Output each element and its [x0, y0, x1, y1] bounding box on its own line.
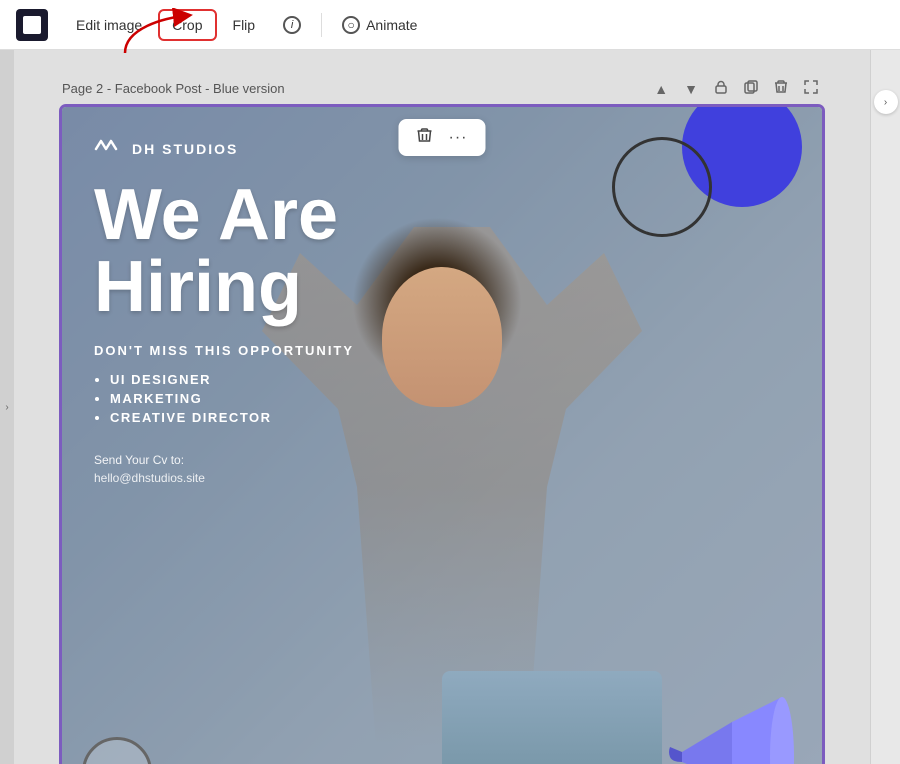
toolbar: Edit image Crop Flip i ○ Animate [0, 0, 900, 50]
poster-logo-text: DH STUDIOS [132, 141, 238, 157]
flip-label: Flip [233, 17, 256, 33]
page2-header: Page 2 - Facebook Post - Blue version ▲ … [62, 70, 822, 107]
page2-section: Page 2 - Facebook Post - Blue version ▲ … [62, 70, 822, 764]
main-area: › Page 2 - Facebook Post - Blue version … [0, 50, 900, 764]
right-sidebar-toggle[interactable]: › [874, 90, 898, 114]
poster-design: DH STUDIOS We Are Hiring DON'T MISS THIS… [62, 107, 822, 764]
left-sidebar: › [0, 50, 14, 764]
animate-label: Animate [366, 17, 417, 33]
page2-canvas[interactable]: ··· [62, 107, 822, 764]
edit-image-label: Edit image [76, 17, 142, 33]
more-icon: ··· [449, 129, 468, 146]
poster-cta-label: Send Your Cv to: [94, 453, 790, 467]
animate-icon: ○ [342, 16, 360, 34]
toolbar-divider [321, 13, 322, 37]
job-item-2: MARKETING [110, 391, 790, 406]
page2-expand-btn[interactable] [800, 78, 822, 99]
canvas-area: Page 2 - Facebook Post - Blue version ▲ … [14, 50, 870, 764]
info-button[interactable]: i [271, 10, 313, 40]
canvas-more-btn[interactable]: ··· [443, 127, 474, 149]
page2-up-btn[interactable]: ▲ [650, 79, 672, 99]
canvas-delete-btn[interactable] [411, 125, 439, 150]
headline-line2: Hiring [94, 251, 790, 323]
right-sidebar: › [870, 50, 900, 764]
left-sidebar-arrow[interactable]: › [5, 402, 8, 413]
edit-image-button[interactable]: Edit image [64, 11, 154, 39]
poster-logo-icon [94, 135, 122, 163]
poster-subtitle: DON'T MISS THIS OPPORTUNITY [94, 343, 790, 358]
job-item-3: CREATIVE DIRECTOR [110, 410, 790, 425]
megaphone-illustration [642, 677, 802, 764]
headline-line1: We Are [94, 179, 790, 251]
canvas-action-bar: ··· [399, 119, 486, 156]
poster-job-list: UI DESIGNER MARKETING CREATIVE DIRECTOR [94, 372, 790, 429]
crop-label: Crop [172, 17, 202, 33]
app-logo[interactable] [16, 9, 48, 41]
page2-actions: ▲ ▼ [650, 78, 822, 99]
crop-button[interactable]: Crop [158, 9, 216, 41]
page2-label: Page 2 - Facebook Post - Blue version [62, 81, 285, 96]
right-sidebar-icon: › [884, 97, 887, 108]
page2-lock-btn[interactable] [710, 78, 732, 99]
page2-down-btn[interactable]: ▼ [680, 79, 702, 99]
poster-headline: We Are Hiring [94, 179, 790, 323]
poster-email: hello@dhstudios.site [94, 471, 790, 485]
page2-delete-btn[interactable] [770, 78, 792, 99]
info-icon: i [283, 16, 301, 34]
page2-copy-btn[interactable] [740, 78, 762, 99]
flip-button[interactable]: Flip [221, 11, 268, 39]
job-item-1: UI DESIGNER [110, 372, 790, 387]
poster-content: DH STUDIOS We Are Hiring DON'T MISS THIS… [62, 107, 822, 764]
animate-button[interactable]: ○ Animate [330, 10, 429, 40]
